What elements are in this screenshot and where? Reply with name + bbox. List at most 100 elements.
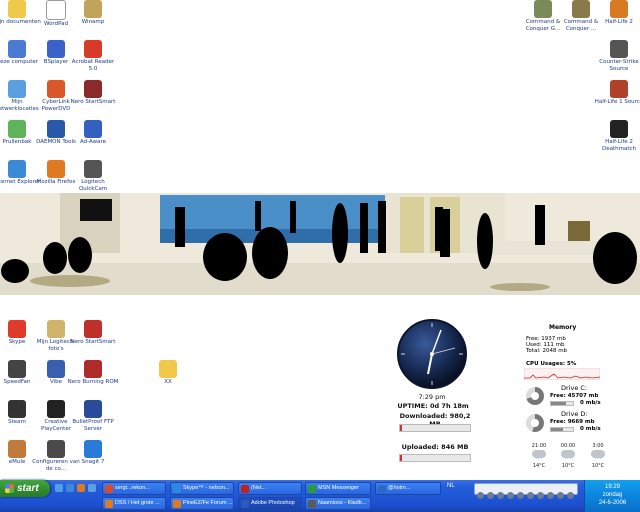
rain-cloud-icon (591, 450, 605, 458)
volume-icon[interactable] (527, 492, 534, 499)
window-icon (241, 485, 249, 493)
eject-icon[interactable] (547, 492, 554, 499)
tray-time: 19:29 (604, 484, 620, 490)
cnc-icon (572, 0, 590, 18)
powerdvd-icon (47, 80, 65, 98)
desktop-icon[interactable]: Counter-Strike Source (593, 40, 640, 72)
desktop-icon[interactable]: XX (142, 360, 194, 386)
drive-c-icon (526, 387, 544, 405)
taskbar-button[interactable]: Skype™ - nelson... (170, 482, 234, 495)
repeat-icon[interactable] (557, 492, 564, 499)
pause-icon[interactable] (497, 492, 504, 499)
taskbar-button[interactable]: @hotm... (375, 482, 441, 495)
drive-d-bar (550, 427, 574, 432)
desktop-icon[interactable]: Logitech QuickCam (67, 160, 119, 192)
cpu-graph (524, 368, 600, 380)
stop-icon[interactable] (507, 492, 514, 499)
taskbar-button[interactable]: MSN Messenger (305, 482, 371, 495)
prev-icon[interactable] (477, 492, 484, 499)
desktop-icon-label: Logitech QuickCam (78, 179, 108, 192)
cnc-generals-icon (534, 0, 552, 18)
window-icon (308, 485, 316, 493)
weather-time: 00:00 (560, 443, 576, 449)
tray-date: 24-6-2006 (598, 500, 627, 506)
taskbar-button[interactable]: Naamloos - Kladb... (305, 497, 371, 510)
taskbar-button-label: sergi...rekon... (115, 485, 150, 491)
desktop-icon[interactable]: Ad-Aware (67, 120, 119, 146)
taskbar-button[interactable]: DSS / Het grote ... (102, 497, 166, 510)
desktop-icon[interactable]: Half-Life 2 (593, 0, 640, 26)
skype-icon (8, 320, 26, 338)
media-player-toolbar[interactable] (474, 483, 578, 499)
desktop-icon[interactable]: Snagit 7 (67, 440, 119, 466)
rain-cloud-icon (561, 450, 575, 458)
taskbar-button-label: PineEZ/Fe Forum ... (183, 500, 233, 506)
firefox-icon[interactable] (77, 484, 85, 492)
window-icon (308, 500, 316, 508)
taskbar-button[interactable]: (Net... (238, 482, 302, 495)
start-button[interactable]: start (0, 480, 50, 497)
show-desktop-icon[interactable] (55, 484, 63, 492)
weather-slot: 3:00 ′ ′ ′ 10°C (586, 443, 610, 469)
desktop-icon[interactable]: Half-Life 2 Deathmatch (593, 120, 640, 152)
desktop-icon[interactable]: Acrobat Reader 5.0 (67, 40, 119, 72)
shuffle-icon[interactable] (567, 492, 574, 499)
desktop-icon[interactable]: Winamp (67, 0, 119, 26)
clock-gadget[interactable] (397, 318, 467, 390)
window-icon (173, 500, 181, 508)
media-player-icon[interactable] (88, 484, 96, 492)
vibe-icon (47, 360, 65, 378)
weather-slot: 00:00 ′ ′ ′ 10°C (556, 443, 580, 469)
wallpaper-banner (0, 193, 640, 295)
desktop-icon[interactable]: Nero StartSmart (67, 320, 119, 346)
desktop-icon[interactable]: Nero Burning ROM (67, 360, 119, 386)
creative-icon (47, 400, 65, 418)
taskbar-button-label: MSN Messenger (318, 485, 359, 491)
speedfan-icon (8, 360, 26, 378)
upload-bar (399, 454, 471, 462)
desktop-icon-label: Snagit 7 (81, 459, 105, 465)
desktop-icon-label: Nero StartSmart (70, 99, 116, 105)
taskbar-button[interactable]: PineEZ/Fe Forum ... (170, 497, 234, 510)
logitech-photos-icon (47, 320, 65, 338)
weather-slot: 21:00 ′ ′ ′ 14°C (527, 443, 551, 469)
uploaded-label: Uploaded: 846 MB (401, 443, 469, 451)
desktop-icon[interactable]: BulletProof FTP Server (67, 400, 119, 432)
taskbar: start sergi...rekon... Skype™ - nelson...… (0, 480, 640, 512)
next-icon[interactable] (517, 492, 524, 499)
desktop-icon-label: Half-Life 2 Deathmatch (601, 139, 637, 152)
play-icon[interactable] (487, 492, 494, 499)
memory-total: Total: 2048 mb (526, 348, 568, 354)
desktop-icon-label: BulletProof FTP Server (72, 419, 114, 432)
half-life-2-icon (610, 0, 628, 18)
network-places-icon (8, 80, 26, 98)
nero-burning-icon (84, 360, 102, 378)
firefox-icon (47, 160, 65, 178)
weather-time: 3:00 (592, 443, 604, 449)
desktop-icon-label: XX (164, 379, 172, 385)
desktop-icon[interactable]: Nero StartSmart (67, 80, 119, 106)
desktop-icon[interactable]: Half-Life 1 Source (593, 80, 640, 106)
window-icon (105, 485, 113, 493)
drive-c-rate: 0 mb/s (580, 400, 601, 406)
desktop-icon-label: Half-Life 2 (605, 19, 633, 25)
drive-c-free: Free: 45707 mb (550, 393, 599, 399)
mute-icon[interactable] (537, 492, 544, 499)
taskbar-button[interactable]: sergi...rekon... (102, 482, 166, 495)
folder-documents-icon (8, 0, 26, 18)
taskbar-button[interactable]: Adobe Photoshop (238, 497, 302, 510)
windows-flag-icon (5, 484, 14, 493)
internet-explorer-icon (8, 160, 26, 178)
cpu-usage-label: CPU Usages: 5% (526, 361, 577, 367)
desktop-icon-label: Winamp (81, 19, 105, 25)
hl2-deathmatch-icon (610, 120, 628, 138)
download-bar (399, 424, 471, 432)
counter-strike-icon (610, 40, 628, 58)
language-indicator[interactable]: NL (447, 483, 471, 495)
taskbar-button-label: Skype™ - nelson... (183, 485, 230, 491)
system-tray-clock[interactable]: 19:29 zondag 24-6-2006 (584, 480, 640, 512)
taskbar-button-label: Naamloos - Kladb... (318, 500, 367, 506)
desktop-icon-label: Nero StartSmart (70, 339, 116, 345)
window-icon (105, 500, 113, 508)
internet-explorer-icon[interactable] (66, 484, 74, 492)
